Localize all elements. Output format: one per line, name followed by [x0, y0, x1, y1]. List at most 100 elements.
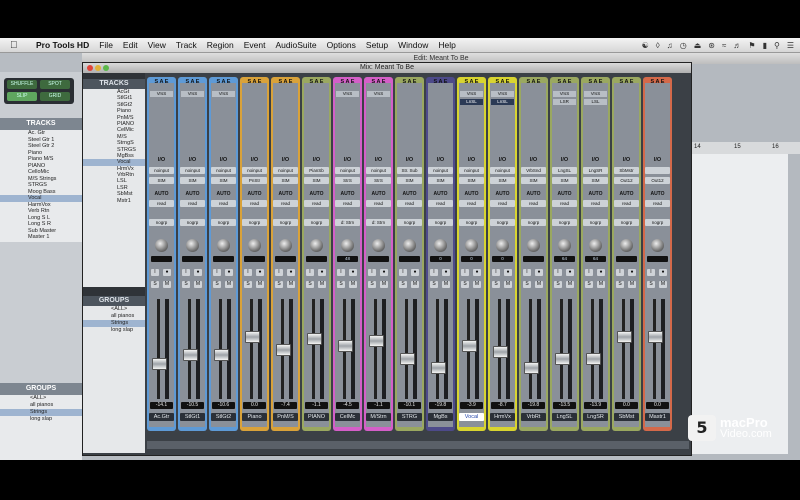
output-selector[interactable]: StM [304, 177, 329, 184]
input-selector[interactable]: SbMstr [614, 167, 639, 174]
track-name[interactable]: Vocal [459, 413, 484, 421]
solo-button[interactable]: S [585, 281, 593, 288]
mute-button[interactable]: M [287, 281, 295, 288]
mute-button[interactable]: M [504, 281, 512, 288]
track-name[interactable]: STRG [397, 413, 422, 421]
track-name[interactable]: Piano [242, 413, 267, 421]
record-enable-button[interactable]: ● [504, 269, 512, 276]
list-item[interactable]: Master 1 [0, 234, 82, 241]
record-enable-button[interactable]: ● [628, 269, 636, 276]
automation-mode[interactable]: read [242, 200, 267, 207]
input-selector[interactable]: Str. Sub [397, 167, 422, 174]
insert-slot[interactable]: VrsS [553, 91, 576, 97]
volume-fader[interactable] [183, 348, 198, 361]
input-selector[interactable]: noinput [459, 167, 484, 174]
input-selector[interactable]: noinput [211, 167, 236, 174]
track-name[interactable]: StlGt1 [180, 413, 205, 421]
solo-button[interactable]: S [368, 281, 376, 288]
mute-button[interactable]: M [163, 281, 171, 288]
volume-fader[interactable] [152, 357, 167, 370]
track-name[interactable]: MgBs [428, 413, 453, 421]
pan-knob-icon[interactable] [155, 239, 168, 252]
mute-button[interactable]: M [380, 281, 388, 288]
clock-icon[interactable]: ◷ [680, 41, 687, 50]
automation-mode[interactable]: read [645, 200, 670, 207]
solo-button[interactable]: S [244, 281, 252, 288]
input-selector[interactable]: LngSL [552, 167, 577, 174]
group-selector[interactable]: nogrp [459, 219, 484, 226]
group-selector[interactable]: nogrp [583, 219, 608, 226]
automation-mode[interactable]: read [397, 200, 422, 207]
timeline-ruler[interactable]: 14 15 16 [692, 142, 800, 154]
mute-button[interactable]: M [442, 281, 450, 288]
input-selector[interactable]: noinput [149, 167, 174, 174]
mute-button[interactable]: M [659, 281, 667, 288]
menu-event[interactable]: Event [244, 40, 266, 50]
input-monitor-button[interactable]: I [337, 269, 345, 276]
volume-fader[interactable] [555, 353, 570, 365]
wifi-icon[interactable]: ≈ [722, 41, 726, 50]
pan-knob-icon[interactable] [248, 239, 261, 252]
pan-knob-icon[interactable] [279, 239, 292, 252]
output-selector[interactable]: Out12 [645, 177, 670, 184]
menu-window[interactable]: Window [398, 40, 428, 50]
input-monitor-button[interactable]: I [554, 269, 562, 276]
list-item[interactable]: Strings [83, 320, 145, 327]
pan-knob-icon[interactable] [217, 239, 230, 252]
list-item[interactable]: <ALL> [83, 306, 145, 313]
menu-track[interactable]: Track [176, 40, 197, 50]
volume-fader[interactable] [617, 330, 632, 343]
track-name[interactable]: CelMc [335, 413, 360, 421]
volume-fader[interactable] [276, 344, 291, 356]
pan-knob-icon[interactable] [403, 239, 416, 252]
record-enable-button[interactable]: ● [566, 269, 574, 276]
mute-button[interactable]: M [225, 281, 233, 288]
insert-slot[interactable]: VrsS [150, 91, 173, 97]
pan-knob-icon[interactable] [589, 239, 602, 252]
automation-mode[interactable]: read [273, 200, 298, 207]
input-selector[interactable]: noinput [335, 167, 360, 174]
pan-knob-icon[interactable] [186, 239, 199, 252]
output-selector[interactable]: StM [397, 177, 422, 184]
pan-knob-icon[interactable] [527, 239, 540, 252]
mute-button[interactable]: M [473, 281, 481, 288]
record-enable-button[interactable]: ● [163, 269, 171, 276]
list-item[interactable]: long slap [0, 416, 82, 423]
input-selector[interactable]: noinput [242, 167, 267, 174]
mute-button[interactable]: M [318, 281, 326, 288]
mute-button[interactable]: M [597, 281, 605, 288]
output-selector[interactable]: StrS [335, 177, 360, 184]
output-selector[interactable]: StM [521, 177, 546, 184]
solo-button[interactable]: S [337, 281, 345, 288]
bluetooth-icon[interactable]: ⊛ [708, 41, 715, 50]
zoom-icon[interactable] [103, 65, 109, 71]
insert-slot[interactable]: VrsS [491, 91, 514, 97]
track-name[interactable]: M/Strn [366, 413, 391, 421]
input-monitor-button[interactable]: I [523, 269, 531, 276]
output-selector[interactable]: StM [490, 177, 515, 184]
output-selector[interactable]: StM [583, 177, 608, 184]
group-selector[interactable]: nogrp [397, 219, 422, 226]
record-enable-button[interactable]: ● [473, 269, 481, 276]
pan-knob-icon[interactable] [465, 239, 478, 252]
track-name[interactable]: HrmVx [490, 413, 515, 421]
solo-button[interactable]: S [399, 281, 407, 288]
automation-mode[interactable]: read [614, 200, 639, 207]
flag-icon[interactable]: ⚑ [748, 41, 755, 50]
slip-button[interactable]: SLIP [7, 92, 37, 101]
input-monitor-button[interactable]: I [244, 269, 252, 276]
output-selector[interactable]: StM [428, 177, 453, 184]
menu-region[interactable]: Region [207, 40, 234, 50]
headphones-icon[interactable]: ♫ [667, 41, 673, 50]
automation-mode[interactable]: read [211, 200, 236, 207]
record-enable-button[interactable]: ● [287, 269, 295, 276]
insert-slot[interactable]: VrsS [181, 91, 204, 97]
solo-button[interactable]: S [213, 281, 221, 288]
group-selector[interactable]: nogrp [614, 219, 639, 226]
solo-button[interactable]: S [275, 281, 283, 288]
mute-button[interactable]: M [256, 281, 264, 288]
automation-mode[interactable]: read [366, 200, 391, 207]
spotlight-icon[interactable]: ⚲ [774, 41, 780, 50]
apple-icon[interactable]:  [10, 40, 24, 51]
track-name[interactable]: LngSL [552, 413, 577, 421]
